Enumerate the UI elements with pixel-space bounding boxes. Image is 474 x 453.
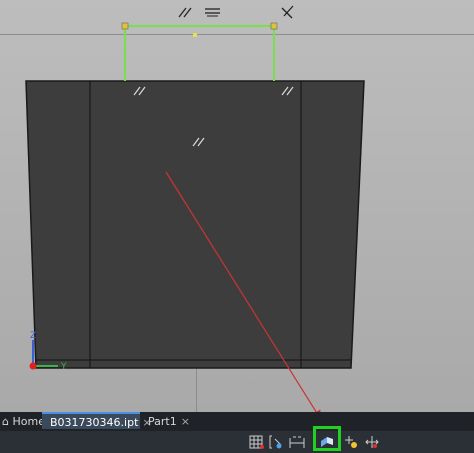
- axis-y-label: Y: [60, 362, 67, 372]
- tab-part1-label: Part1: [148, 415, 177, 428]
- sketch-point-left[interactable]: [121, 22, 129, 30]
- part-body[interactable]: [25, 80, 365, 369]
- move-icon[interactable]: [364, 434, 380, 450]
- sketch-profile[interactable]: [124, 25, 275, 81]
- highlight-box: [313, 426, 341, 451]
- sketch-midpoint[interactable]: [193, 33, 197, 37]
- dimension-icon[interactable]: [289, 434, 305, 450]
- horizontal-constraint-icon[interactable]: [205, 8, 220, 17]
- status-bar: [0, 431, 474, 453]
- tab-home-label: Home: [12, 415, 45, 428]
- light-icon[interactable]: [343, 434, 359, 450]
- axis-z-label: Z: [30, 331, 36, 341]
- home-icon: ⌂: [2, 415, 9, 428]
- grid-icon[interactable]: [249, 434, 265, 450]
- parallel-constraint-icon[interactable]: [178, 7, 192, 18]
- document-tab-bar: ⌂ Home B031730346.ipt × Part1 ×: [0, 412, 474, 431]
- perpendicular-constraint-icon[interactable]: [281, 5, 294, 19]
- close-icon[interactable]: ×: [181, 415, 190, 428]
- tab-home[interactable]: ⌂ Home: [0, 412, 45, 431]
- tab-part1[interactable]: Part1 ×: [142, 412, 190, 431]
- tab-file-label: B031730346.ipt: [50, 416, 139, 429]
- model-viewport[interactable]: Z Y: [0, 0, 474, 412]
- sketch-icon[interactable]: [269, 434, 285, 450]
- sketch-point-right[interactable]: [270, 22, 278, 30]
- model-scene: Z Y: [25, 5, 365, 412]
- tab-file[interactable]: B031730346.ipt ×: [42, 412, 152, 429]
